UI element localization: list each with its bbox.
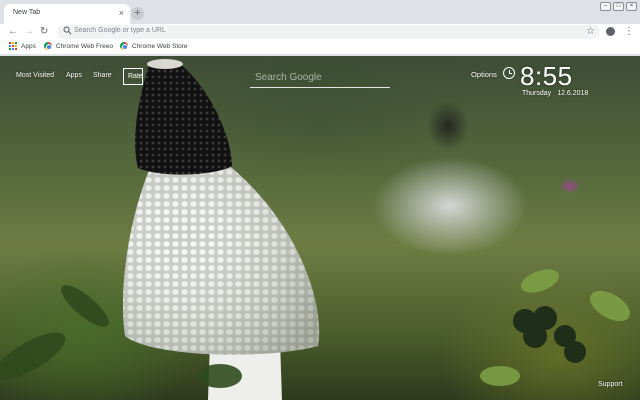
bookmark-chrome-web-freeo[interactable]: Chrome Web Freeo xyxy=(44,42,113,50)
options-link[interactable]: Options xyxy=(471,70,497,79)
tab-new-tab[interactable]: New Tab × xyxy=(4,4,130,24)
search-box xyxy=(250,68,390,88)
clock-date-value: 12.6.2018 xyxy=(557,90,589,97)
apps-link[interactable]: Apps xyxy=(66,72,82,79)
omnibox[interactable]: Search Google or type a URL xyxy=(57,25,600,39)
maximize-button[interactable]: □ xyxy=(613,2,624,11)
bookmark-label: Chrome Web Freeo xyxy=(56,42,113,50)
tab-title: New Tab xyxy=(13,9,41,16)
omnibox-placeholder: Search Google or type a URL xyxy=(74,27,166,34)
clock-time: 8:55 xyxy=(520,61,573,91)
bookmark-chrome-web-store[interactable]: Chrome Web Store xyxy=(120,42,188,50)
wallpaper-image xyxy=(0,59,630,400)
back-icon[interactable]: ← xyxy=(8,25,18,39)
bookmarks-bar: Apps Chrome Web Freeo Chrome Web Store xyxy=(0,40,640,55)
chrome-web-store-icon xyxy=(44,42,52,50)
clock-date: Thursday 12.6.2018 xyxy=(522,90,588,97)
close-window-button[interactable]: × xyxy=(626,2,637,11)
rate-label: Rate xyxy=(128,73,143,80)
browser-toolbar: ← → ↻ Search Google or type a URL ☆ ⋮ xyxy=(0,24,640,40)
account-icon[interactable] xyxy=(606,27,615,36)
new-tab-button[interactable]: + xyxy=(131,7,144,20)
chrome-web-store-icon xyxy=(120,42,128,50)
clock-icon[interactable] xyxy=(503,67,515,79)
close-icon[interactable]: × xyxy=(119,7,124,19)
bookmark-label: Chrome Web Store xyxy=(132,42,188,50)
menu-icon[interactable]: ⋮ xyxy=(624,25,634,39)
bookmark-apps[interactable]: Apps xyxy=(9,42,36,50)
most-visited-link[interactable]: Most Visited xyxy=(16,72,54,79)
search-input[interactable] xyxy=(255,68,385,86)
support-link[interactable]: Support xyxy=(598,381,623,388)
minimize-button[interactable]: – xyxy=(600,2,611,11)
tab-strip: New Tab × + – □ × xyxy=(0,0,640,24)
reload-icon[interactable]: ↻ xyxy=(40,25,48,39)
window-controls: – □ × xyxy=(600,2,637,11)
bookmark-star-icon[interactable]: ☆ xyxy=(586,25,595,39)
search-icon xyxy=(63,26,72,35)
bookmark-label: Apps xyxy=(21,42,36,50)
share-link[interactable]: Share xyxy=(93,72,112,79)
clock-day: Thursday xyxy=(522,90,552,97)
forward-icon[interactable]: → xyxy=(24,25,34,39)
apps-grid-icon xyxy=(9,42,17,50)
new-tab-page: Most Visited Apps Share Rate Options 8:5… xyxy=(0,56,640,400)
rate-button[interactable]: Rate xyxy=(123,68,143,85)
